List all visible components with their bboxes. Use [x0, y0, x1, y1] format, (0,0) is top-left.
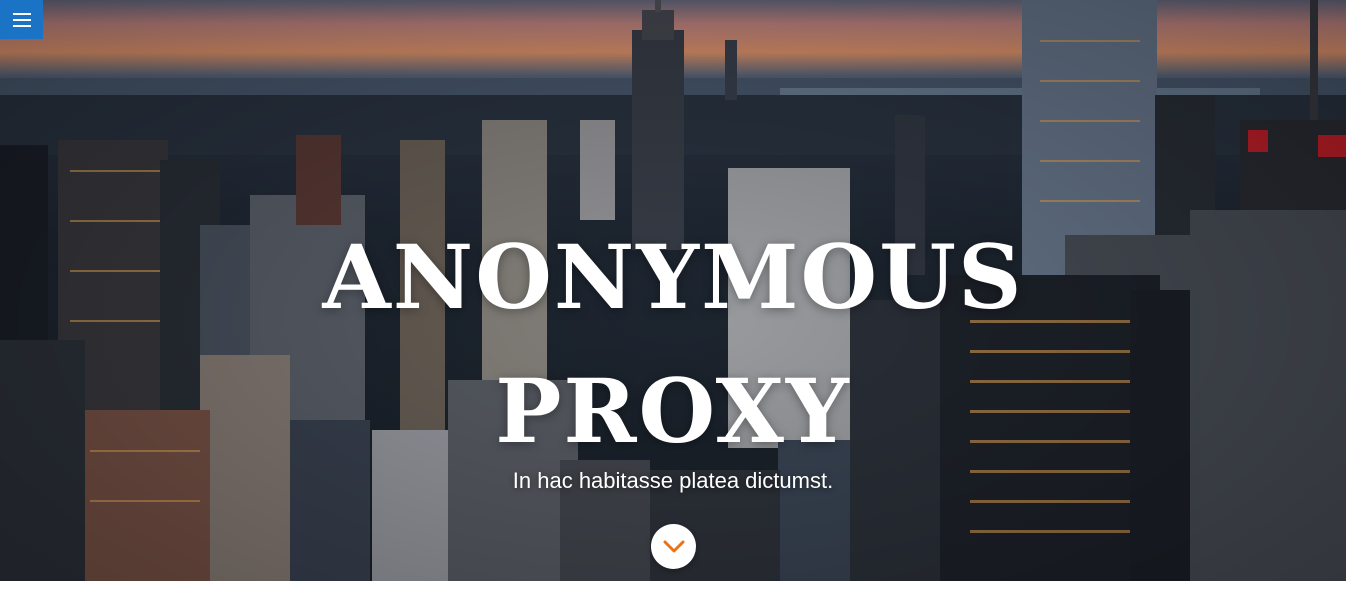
menu-button[interactable] [0, 0, 43, 39]
hero-title-line-2: PROXY [495, 359, 851, 463]
chevron-down-icon [663, 540, 684, 552]
hero-title-line-1: ANONYMOUS [322, 225, 1024, 329]
hero-tagline: In hac habitasse platea dictumst. [512, 468, 834, 493]
hamburger-icon [12, 12, 31, 27]
scroll-down-button[interactable] [651, 524, 696, 569]
